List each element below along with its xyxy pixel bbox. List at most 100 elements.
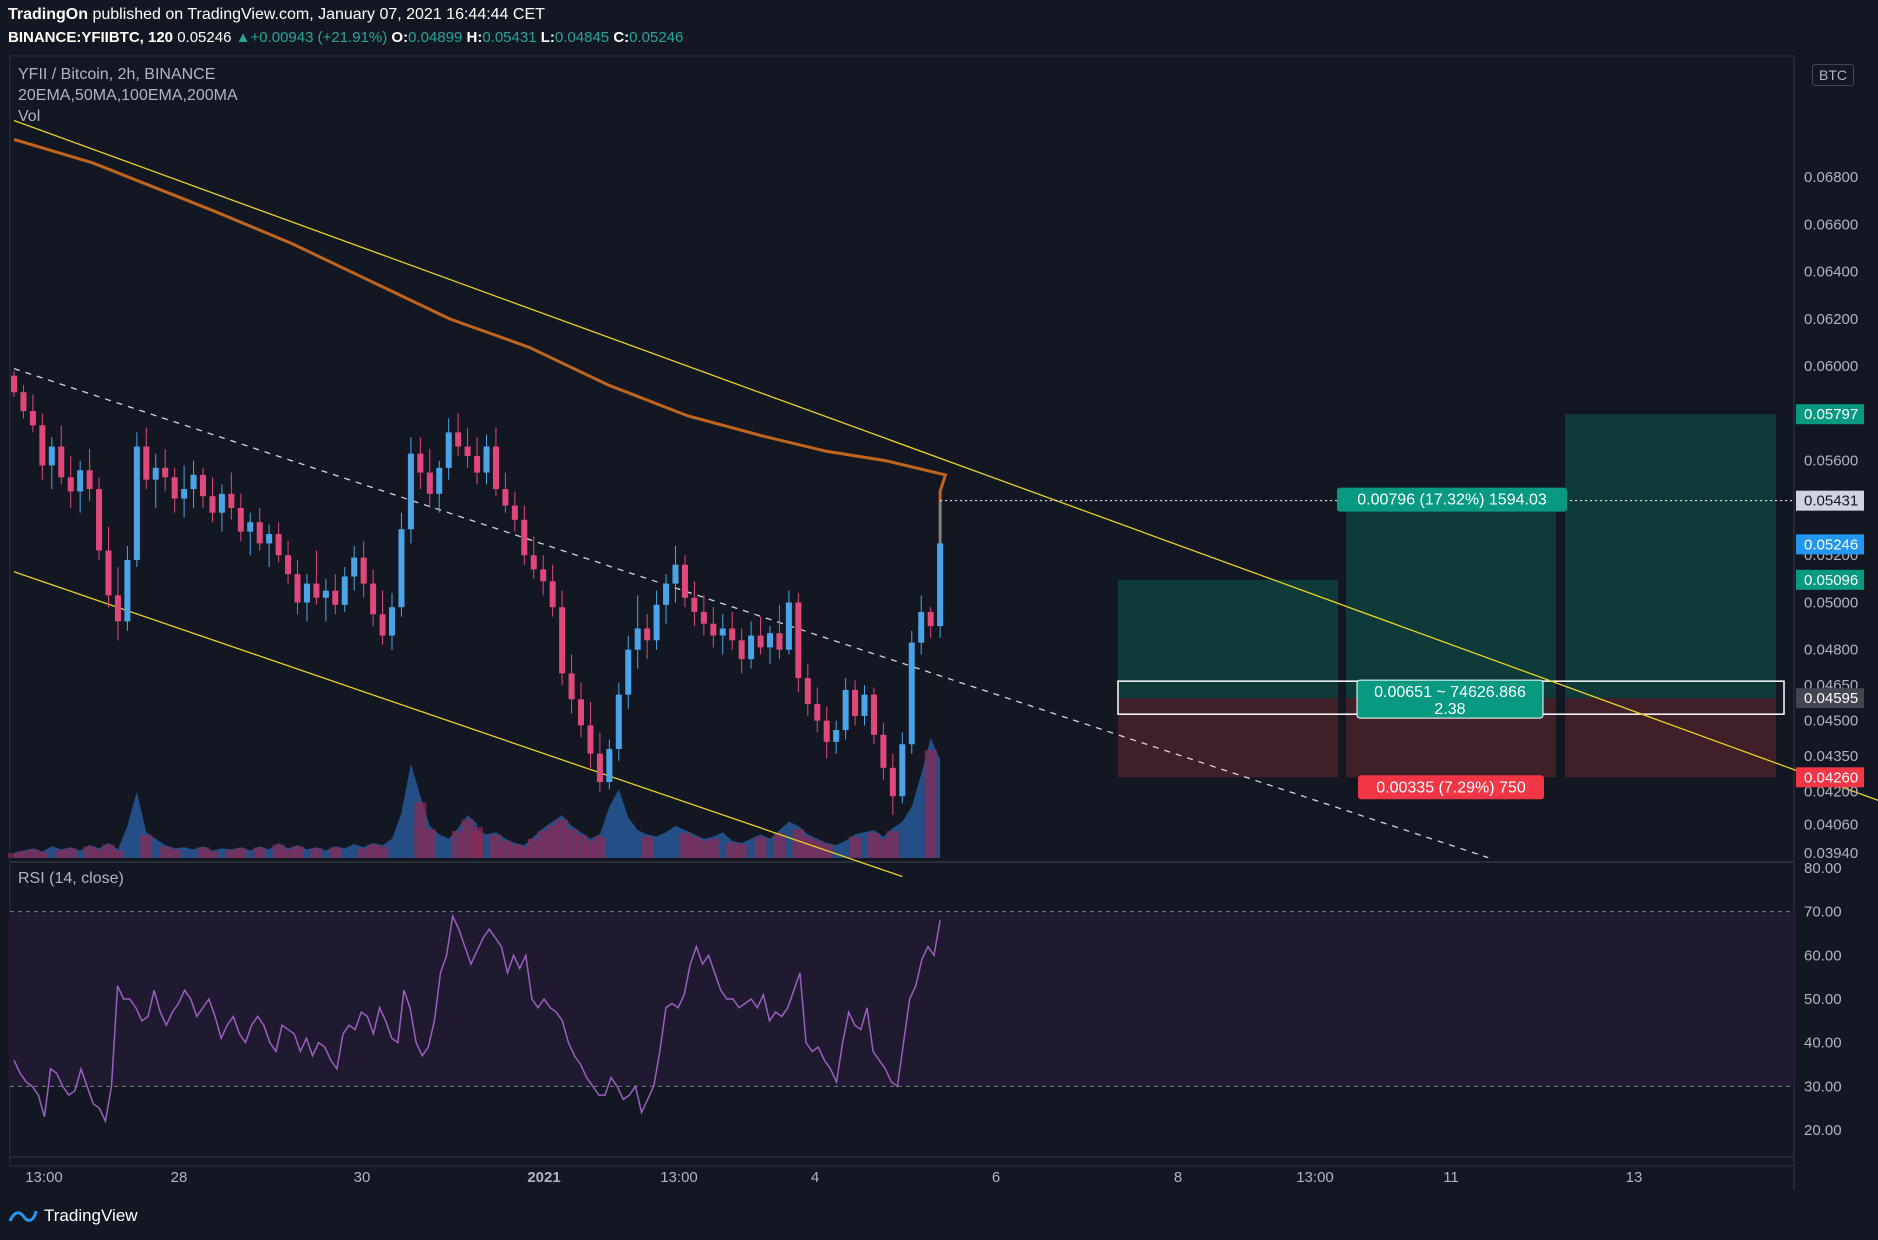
volume-bar-down (36, 852, 49, 858)
rsi-band (10, 911, 1794, 1087)
candle-body (313, 583, 320, 598)
candle-body (417, 453, 424, 473)
zone-top-tag: 0.05096 (1804, 572, 1858, 589)
candle-body (927, 611, 934, 627)
candle-body (757, 635, 764, 648)
price-tick: 0.04060 (1804, 817, 1858, 834)
candle-body (218, 493, 225, 513)
price-chart[interactable]: 0.06800 0.06600 0.06400 0.06200 0.06000 0.056… (0, 0, 1878, 1240)
indicator-list[interactable]: 20EMA,50MA,100EMA,200MA (18, 87, 238, 105)
candle-body (426, 472, 433, 494)
candle-body (653, 604, 660, 641)
time-tick: 8 (1174, 1169, 1182, 1186)
candle-body (341, 576, 348, 605)
candle-body (511, 505, 518, 520)
rsi-tick: 30.00 (1804, 1078, 1842, 1095)
candle-body (389, 607, 395, 636)
candle-body (162, 467, 169, 478)
candle-body (814, 704, 821, 721)
candle-body (398, 529, 405, 608)
brand-footer[interactable]: TradingView (8, 1206, 138, 1226)
candle-body (870, 694, 877, 735)
candle-body (48, 446, 55, 466)
target-price-tag: 0.05797 (1804, 406, 1858, 423)
volume-bar-down (593, 836, 606, 858)
candle-body (681, 564, 688, 598)
candle-body (351, 557, 358, 577)
volume-bar-down (924, 750, 937, 858)
volume-bar-down (140, 834, 153, 858)
candle-body (918, 611, 925, 643)
volume-label[interactable]: Vol (18, 108, 40, 126)
candle-body (719, 628, 726, 636)
candle-body (11, 375, 17, 393)
time-tick: 13:00 (1296, 1169, 1334, 1186)
candle-body (899, 744, 906, 797)
price-tick: 0.04350 (1804, 748, 1858, 765)
candle-body (606, 748, 613, 783)
target-label-text: 0.00796 (17.32%) 1594.03 (1357, 492, 1547, 509)
volume-bar-down (735, 844, 748, 858)
candle-body (852, 689, 859, 716)
stop-zone (1565, 698, 1776, 778)
price-tick: 0.06400 (1804, 264, 1858, 281)
candle-body (322, 590, 329, 598)
candle-body (285, 555, 292, 575)
candle-body (143, 446, 150, 480)
stop-price-tag: 0.04260 (1804, 769, 1858, 786)
brand-name: TradingView (44, 1206, 138, 1225)
candle-body (86, 470, 93, 490)
candle-body (105, 550, 112, 596)
candle-body (39, 425, 46, 466)
candle-body (247, 522, 254, 532)
chart-title[interactable]: YFII / Bitcoin, 2h, BINANCE (18, 66, 215, 84)
candle-body (360, 557, 367, 584)
rsi-tick: 20.00 (1804, 1122, 1842, 1139)
candle-body (124, 559, 131, 622)
candle-body (294, 574, 301, 603)
time-tick: 13:00 (660, 1169, 698, 1186)
candle-body (823, 720, 830, 742)
high-price-tag: 0.05431 (1804, 493, 1858, 510)
candle-body (483, 446, 490, 473)
currency-badge[interactable]: BTC (1812, 64, 1854, 86)
target-zone (1118, 579, 1338, 699)
candle-body (578, 699, 584, 726)
candle-body (332, 590, 339, 605)
candle-body (114, 595, 121, 622)
volume-bar-down (773, 832, 786, 858)
candle-body (77, 470, 84, 492)
candle-body (502, 489, 509, 506)
volume-bar-down (707, 838, 720, 858)
volume-bar-down (641, 836, 654, 858)
candle-body (889, 767, 896, 797)
candle-body (767, 633, 773, 648)
candle-body (625, 649, 632, 695)
price-tick: 0.05600 (1804, 453, 1858, 470)
candle-body (615, 694, 622, 749)
candle-body (842, 689, 849, 731)
candle-body (58, 446, 65, 478)
volume-bar-down (376, 846, 389, 858)
volume-bar-down (291, 846, 304, 858)
candle-body (672, 564, 679, 584)
target-zone (1346, 500, 1556, 699)
candle-body (436, 467, 443, 494)
candle-body (209, 496, 216, 513)
rsi-tick: 60.00 (1804, 947, 1842, 964)
candle-body (530, 555, 537, 570)
price-tick: 0.04800 (1804, 642, 1858, 659)
candle-body (540, 569, 547, 582)
rsi-label[interactable]: RSI (14, close) (18, 870, 124, 888)
candle-body (303, 583, 310, 603)
last-price-tag: 0.05246 (1804, 536, 1858, 553)
candle-body (181, 489, 188, 499)
volume-bar-down (111, 850, 124, 858)
time-tick: 13:00 (25, 1169, 63, 1186)
candle-body (521, 519, 528, 556)
price-tick: 0.06600 (1804, 216, 1858, 233)
candle-body (634, 628, 641, 650)
candle-body (691, 597, 698, 612)
volume-bar-down (64, 848, 77, 858)
volume-bar-down (234, 848, 247, 858)
